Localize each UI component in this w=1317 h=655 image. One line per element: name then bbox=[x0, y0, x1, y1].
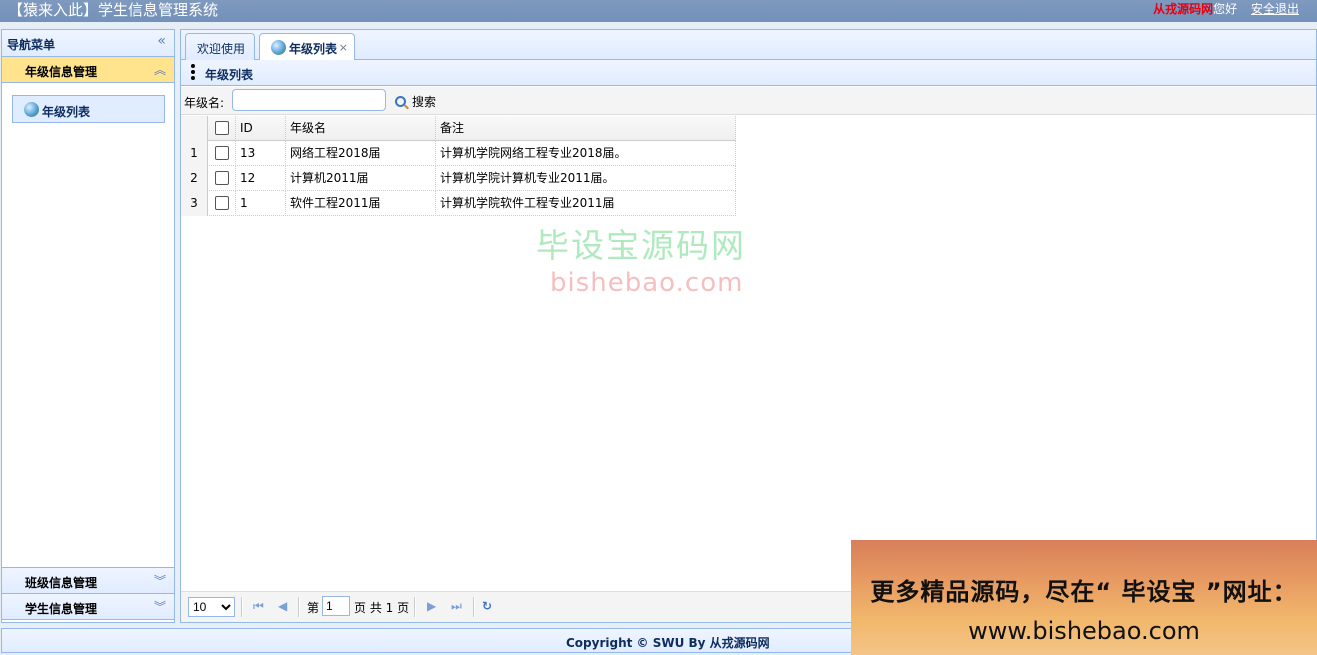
accordion-label: 学生信息管理 bbox=[25, 602, 98, 616]
tab-welcome[interactable]: 欢迎使用 bbox=[185, 33, 255, 60]
ad-line-1: 更多精品源码，尽在“ 毕设宝 ”网址： bbox=[870, 578, 1298, 606]
grade-name-input[interactable] bbox=[232, 89, 386, 111]
page-number-input[interactable] bbox=[322, 596, 350, 616]
column-header-note[interactable]: 备注 bbox=[436, 116, 736, 141]
last-page-icon[interactable]: ⏭ bbox=[451, 599, 462, 614]
grid-header-row: ID 年级名 备注 bbox=[181, 116, 736, 141]
row-checkbox[interactable] bbox=[215, 146, 229, 160]
chevron-up-icon[interactable]: ︽ bbox=[154, 61, 166, 78]
grid-panel-title: 年级列表 bbox=[205, 68, 254, 82]
copyright-text: Copyright © SWU By 从戎源码网 bbox=[566, 636, 770, 650]
close-icon[interactable]: × bbox=[339, 41, 348, 54]
cell-id: 1 bbox=[236, 191, 286, 216]
nav-item-label: 年级列表 bbox=[42, 105, 91, 119]
content-panel: 欢迎使用 年级列表 × 年级列表 年级名: 搜索 ID 年级名 备注 1 13 … bbox=[180, 29, 1317, 623]
row-checkbox[interactable] bbox=[215, 196, 229, 210]
table-row[interactable]: 2 12 计算机2011届 计算机学院计算机专业2011届。 bbox=[181, 166, 736, 191]
cell-name: 软件工程2011届 bbox=[286, 191, 436, 216]
ad-line-2: www.bishebao.com bbox=[968, 617, 1200, 645]
row-number: 3 bbox=[181, 191, 208, 216]
app-title: 【猿来入此】学生信息管理系统 bbox=[8, 1, 219, 19]
collapse-left-icon[interactable]: « bbox=[157, 33, 166, 49]
table-row[interactable]: 1 13 网络工程2018届 计算机学院网络工程专业2018届。 bbox=[181, 141, 736, 166]
logout-link[interactable]: 安全退出 bbox=[1251, 2, 1299, 16]
menu-dots-icon bbox=[191, 64, 195, 82]
divider bbox=[241, 597, 243, 617]
tab-grade-list[interactable]: 年级列表 × bbox=[259, 33, 355, 61]
cell-id: 13 bbox=[236, 141, 286, 166]
search-button-label: 搜索 bbox=[412, 95, 437, 109]
column-header-name[interactable]: 年级名 bbox=[286, 116, 436, 141]
divider bbox=[298, 597, 300, 617]
chevron-down-icon[interactable]: ︾ bbox=[154, 572, 166, 589]
row-number: 2 bbox=[181, 166, 208, 191]
username: 从戎源码网 bbox=[1153, 2, 1214, 16]
globe-icon bbox=[24, 102, 39, 117]
globe-icon bbox=[271, 40, 286, 55]
cell-name: 计算机2011届 bbox=[286, 166, 436, 191]
row-number-header bbox=[181, 116, 208, 141]
first-page-icon[interactable]: ⏮ bbox=[253, 599, 264, 614]
tab-label: 年级列表 bbox=[289, 42, 338, 56]
divider bbox=[414, 597, 416, 617]
tabs-bar: 欢迎使用 年级列表 × bbox=[181, 30, 1316, 61]
cell-note: 计算机学院软件工程专业2011届 bbox=[436, 191, 736, 216]
divider bbox=[473, 597, 475, 617]
grade-name-label: 年级名: bbox=[184, 96, 225, 110]
page-size-select[interactable]: 10 bbox=[188, 597, 235, 617]
row-select-cell bbox=[208, 141, 236, 166]
row-select-cell bbox=[208, 166, 236, 191]
tab-label: 欢迎使用 bbox=[197, 42, 246, 56]
greeting: 您好 bbox=[1213, 2, 1238, 16]
table-row[interactable]: 3 1 软件工程2011届 计算机学院软件工程专业2011届 bbox=[181, 191, 736, 216]
search-button[interactable]: 搜索 bbox=[395, 93, 436, 110]
nav-panel: 导航菜单 « 年级信息管理 ︽ 年级列表 班级信息管理 ︾ 学生信息管理 ︾ bbox=[1, 29, 175, 623]
column-header-id[interactable]: ID bbox=[236, 116, 286, 141]
search-toolbar: 年级名: 搜索 bbox=[181, 87, 1316, 115]
row-select-cell bbox=[208, 191, 236, 216]
refresh-icon[interactable]: ↻ bbox=[482, 599, 492, 613]
page-prefix: 第 bbox=[307, 601, 320, 615]
nav-item-grade-list[interactable]: 年级列表 bbox=[12, 95, 165, 123]
watermark-url: bishebao.com bbox=[550, 268, 744, 298]
grid-panel-header: 年级列表 bbox=[181, 60, 1316, 86]
grade-datagrid: ID 年级名 备注 1 13 网络工程2018届 计算机学院网络工程专业2018… bbox=[181, 116, 736, 216]
accordion-class-management[interactable]: 班级信息管理 ︾ bbox=[2, 568, 174, 594]
accordion-grade-management[interactable]: 年级信息管理 ︽ bbox=[2, 57, 174, 83]
next-page-icon[interactable]: ▶ bbox=[427, 599, 436, 613]
nav-panel-title: 导航菜单 bbox=[7, 38, 56, 52]
row-checkbox[interactable] bbox=[215, 171, 229, 185]
nav-panel-header: 导航菜单 « bbox=[2, 30, 174, 57]
watermark-cn: 毕设宝源码网 bbox=[536, 226, 746, 265]
cell-note: 计算机学院网络工程专业2018届。 bbox=[436, 141, 736, 166]
accordion-body: 年级列表 bbox=[2, 83, 174, 568]
prev-page-icon[interactable]: ◀ bbox=[278, 599, 287, 613]
select-all-cell bbox=[208, 116, 236, 141]
top-bar: 【猿来入此】学生信息管理系统 从戎源码网您好 安全退出 bbox=[0, 0, 1317, 22]
search-icon bbox=[395, 96, 406, 107]
ad-banner: 更多精品源码，尽在“ 毕设宝 ”网址： www.bishebao.com bbox=[851, 540, 1317, 655]
accordion-label: 年级信息管理 bbox=[25, 65, 98, 79]
page-suffix: 页 共 1 页 bbox=[354, 601, 410, 615]
cell-name: 网络工程2018届 bbox=[286, 141, 436, 166]
accordion-student-management[interactable]: 学生信息管理 ︾ bbox=[2, 594, 174, 620]
chevron-down-icon[interactable]: ︾ bbox=[154, 598, 166, 615]
accordion-label: 班级信息管理 bbox=[25, 576, 98, 590]
cell-id: 12 bbox=[236, 166, 286, 191]
user-area: 从戎源码网您好 安全退出 bbox=[1153, 0, 1299, 18]
row-number: 1 bbox=[181, 141, 208, 166]
cell-note: 计算机学院计算机专业2011届。 bbox=[436, 166, 736, 191]
select-all-checkbox[interactable] bbox=[215, 121, 229, 135]
